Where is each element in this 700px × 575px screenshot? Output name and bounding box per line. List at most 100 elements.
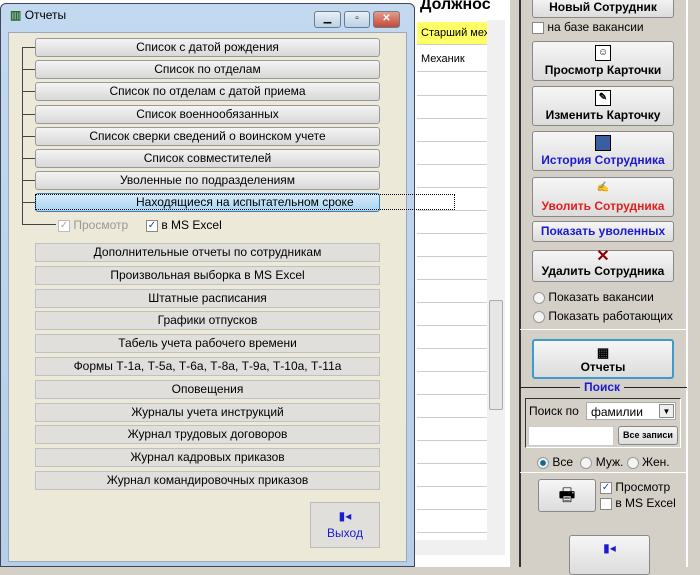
report-section-label: Произвольная выборка в MS Excel (110, 267, 305, 282)
preview-checkbox[interactable]: ✓ Просмотр (58, 218, 128, 232)
horizontal-scrollbar[interactable] (415, 540, 505, 555)
report-button[interactable]: Список с датой рождения (35, 38, 380, 57)
print-excel-checkbox[interactable]: в MS Excel (600, 496, 676, 510)
exit-button[interactable]: ▮◂ Выход (310, 502, 380, 548)
door-exit-icon: ▮◂ (603, 541, 616, 555)
report-section-button[interactable]: Произвольная выборка в MS Excel (35, 265, 380, 285)
show-vacancies-radio[interactable]: Показать вакансии (533, 290, 654, 304)
report-section-button[interactable]: Оповещения (35, 379, 380, 399)
table-row-line (417, 164, 487, 165)
report-section-label: Формы Т-1а, Т-5а, Т-6а, Т-8а, Т-9а, Т-10… (73, 359, 342, 373)
table-row-line (417, 532, 487, 533)
new-employee-button[interactable]: Новый Сотрудник (532, 0, 674, 18)
table-row-line (417, 233, 487, 234)
dismiss-label: Уволить Сотрудника (541, 199, 665, 213)
delete-label: Удалить Сотрудника (541, 264, 665, 278)
show-dismissed-button[interactable]: Показать уволенных (532, 221, 674, 242)
table-row-line (417, 95, 487, 96)
maximize-button[interactable]: ▫ (344, 11, 370, 28)
tree-line (22, 202, 35, 204)
print-preview-label: Просмотр (615, 480, 671, 494)
reports-label: Отчеты (580, 360, 626, 374)
column-header-position: Должнос (420, 0, 491, 13)
excel-checkbox[interactable]: ✓ в MS Excel (146, 218, 222, 232)
table-row-line (417, 417, 487, 418)
report-button[interactable]: Список по отделам (35, 60, 380, 80)
table-icon: ▦ (596, 345, 610, 360)
report-section-button[interactable]: Штатные расписания (35, 288, 380, 308)
based-on-vacancy-checkbox[interactable]: на базе вакансии (532, 20, 644, 34)
report-button-label: Уволенные по подразделениям (119, 173, 296, 188)
report-section-button[interactable]: Формы Т-1а, Т-5а, Т-6а, Т-8а, Т-9а, Т-10… (35, 357, 380, 376)
report-section-button[interactable]: Журналы учета инструкций (35, 402, 380, 422)
report-button[interactable]: Уволенные по подразделениям (35, 171, 380, 191)
table-row-line (417, 509, 487, 510)
table-row-line (417, 463, 487, 464)
gender-male-radio[interactable]: Муж. (580, 455, 623, 469)
report-section-button[interactable]: Табель учета рабочего времени (35, 334, 380, 354)
gender-male-label: Муж. (595, 455, 624, 469)
close-button[interactable]: ✕ (373, 11, 400, 28)
report-section-label: Журнал командировочных приказов (106, 473, 309, 487)
minimize-button[interactable]: ▁ (314, 11, 341, 28)
excel-label: в MS Excel (161, 218, 222, 232)
show-working-radio[interactable]: Показать работающих (533, 309, 673, 323)
search-input[interactable] (528, 426, 614, 446)
report-section-label: Графики отпусков (157, 313, 258, 328)
table-row-line (417, 371, 487, 372)
report-button-label: Список военнообязанных (136, 106, 279, 121)
report-button[interactable]: Список по отделам с датой приема (35, 82, 380, 102)
report-button-label: Список совместителей (143, 151, 272, 165)
gender-all-radio[interactable]: Все (537, 455, 573, 469)
report-section-label: Табель учета рабочего времени (118, 336, 297, 351)
report-button-label: Список по отделам с датой приема (109, 84, 306, 99)
report-section-button[interactable]: Журнал командировочных приказов (35, 471, 380, 490)
report-button[interactable]: Список совместителей (35, 149, 380, 168)
table-row-line (417, 486, 487, 487)
tree-line (22, 180, 35, 182)
report-section-label: Журнал кадровых приказов (130, 450, 285, 465)
print-button[interactable]: 🖶 (538, 479, 596, 512)
gender-female-label: Жен. (642, 455, 670, 469)
search-field-select[interactable]: фамилии ▼ (586, 402, 676, 420)
report-section-button[interactable]: Графики отпусков (35, 311, 380, 331)
table-row-line (417, 187, 487, 188)
document-pen-icon: ✍ (596, 182, 610, 193)
tree-line (22, 91, 35, 93)
scrollbar-thumb[interactable] (489, 300, 503, 410)
preview-label: Просмотр (73, 218, 129, 232)
report-button[interactable]: Список сверки сведений о воинском учете (35, 126, 380, 146)
view-card-button[interactable]: ☺ Просмотр Карточки (532, 41, 674, 81)
delete-employee-button[interactable]: ✕ Удалить Сотрудника (532, 249, 674, 282)
main-exit-button[interactable]: ▮◂ (569, 535, 650, 575)
print-preview-checkbox[interactable]: ✓ Просмотр (600, 480, 670, 494)
history-button[interactable]: История Сотрудника (532, 131, 674, 171)
gender-all-label: Все (552, 455, 574, 469)
dismiss-button[interactable]: ✍ Уволить Сотрудника (532, 177, 674, 217)
report-section-button[interactable]: Журнал трудовых договоров (35, 425, 380, 445)
report-section-label: Дополнительные отчеты по сотрудникам (93, 245, 322, 259)
table-row[interactable]: Старший мех (417, 22, 487, 45)
gender-filter: Все Муж. Жен. (537, 455, 670, 469)
table-row-line (417, 141, 487, 142)
book-icon (595, 135, 611, 151)
search-group-title: Поиск (580, 380, 625, 394)
report-button[interactable]: Находящиеся на испытательном сроке (35, 193, 455, 213)
edit-card-button[interactable]: ✎ Изменить Карточку (532, 86, 674, 126)
table-row-line (417, 394, 487, 395)
report-section-button[interactable]: Журнал кадровых приказов (35, 448, 380, 468)
new-employee-label: Новый Сотрудник (549, 0, 657, 14)
chevron-down-icon[interactable]: ▼ (659, 404, 674, 418)
tree-line (22, 69, 35, 71)
all-records-button[interactable]: Все записи (618, 426, 678, 445)
report-section-label: Журналы учета инструкций (131, 404, 284, 419)
gender-female-radio[interactable]: Жен. (626, 455, 670, 469)
reports-button[interactable]: ▦ Отчеты (532, 339, 674, 379)
report-button-label: Список с датой рождения (136, 40, 279, 54)
vertical-scrollbar[interactable] (487, 20, 505, 550)
report-section-label: Оповещения (171, 381, 244, 396)
books-icon: ▥ (10, 8, 22, 22)
table-row[interactable]: Механик (417, 45, 487, 72)
report-section-button[interactable]: Дополнительные отчеты по сотрудникам (35, 243, 380, 262)
report-button[interactable]: Список военнообязанных (35, 104, 380, 124)
